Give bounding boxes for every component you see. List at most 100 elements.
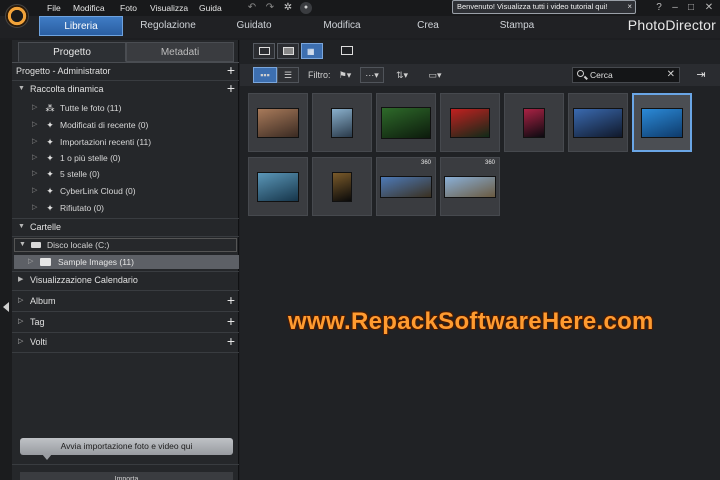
thumbnail-size-large-button[interactable]: ▪▪▪ xyxy=(253,67,277,83)
collection-item-una-stella[interactable]: ▷ ✦ 1 o più stelle (0) xyxy=(32,150,232,166)
folder-disco-locale[interactable]: ▼ Disco locale (C:) xyxy=(14,238,237,252)
thumbnail-image xyxy=(257,171,299,202)
menu-foto[interactable]: Foto xyxy=(120,3,137,13)
section-album[interactable]: ▷ Album + xyxy=(12,292,239,310)
thumbnail-image xyxy=(573,107,623,138)
collection-item-cinque-stelle[interactable]: ▷ ✦ 5 stelle (0) xyxy=(32,166,232,182)
thumbnail-image xyxy=(523,107,545,138)
help-icon[interactable]: ? xyxy=(652,1,666,15)
add-project-icon[interactable]: + xyxy=(227,62,235,79)
view-single-icon[interactable] xyxy=(277,43,299,59)
flag-filter-dropdown[interactable]: ⚑▾ xyxy=(334,67,356,83)
import-media-button[interactable]: Avvia importazione foto e video qui xyxy=(20,438,233,455)
section-cartelle[interactable]: ▼ Cartelle xyxy=(12,218,239,236)
frame-glyph xyxy=(259,47,270,55)
thumbnail-image xyxy=(331,107,353,138)
thumbnail-image xyxy=(380,175,432,198)
collection-item-label: Modificati di recente (0) xyxy=(60,120,149,130)
collection-item-cyberlink-cloud[interactable]: ▷ ✦ CyberLink Cloud (0) xyxy=(32,183,232,199)
menu-file[interactable]: File xyxy=(47,3,61,13)
tab-libreria[interactable]: Libreria xyxy=(39,16,123,36)
tab-guidato[interactable]: Guidato xyxy=(214,16,294,36)
add-album-icon[interactable]: + xyxy=(227,292,235,309)
menu-modifica[interactable]: Modifica xyxy=(73,3,105,13)
close-window-button[interactable]: ✕ xyxy=(702,1,716,15)
collection-item-label: 5 stelle (0) xyxy=(60,169,100,179)
project-header[interactable]: Progetto - Administrator + xyxy=(12,62,239,80)
section-label: Cartelle xyxy=(30,222,62,232)
export-icon[interactable]: ⇥ xyxy=(692,68,710,83)
folder-sample-images[interactable]: ▷ Sample Images (11) xyxy=(14,255,239,269)
collapsed-caret-icon: ▷ xyxy=(18,318,24,325)
clear-search-icon[interactable]: ✕ xyxy=(667,68,675,82)
left-panel: Progetto Metadati Progetto - Administrat… xyxy=(12,40,239,480)
section-raccolta-dinamica[interactable]: ▼ Raccolta dinamica + xyxy=(12,80,239,98)
notification-bell-icon[interactable]: ● xyxy=(300,2,312,14)
thumbnail-photo-cityscape[interactable] xyxy=(248,93,308,152)
folder-label: Sample Images (11) xyxy=(58,257,134,267)
view-grid-icon[interactable]: ▦ xyxy=(301,43,323,59)
thumbnail-photo-panorama-mountains[interactable]: 360 xyxy=(376,157,436,216)
section-tag[interactable]: ▷ Tag + xyxy=(12,313,239,331)
section-label: Tag xyxy=(30,317,45,327)
collection-item-label: 1 o più stelle (0) xyxy=(60,153,121,163)
main-area: ▦ ▪▪▪ ☰ Filtro: ⚑▾ ⋯▾ ⇅▾ ▭▾ ✕ ⇥ 360 360 xyxy=(240,40,720,480)
menu-visualizza[interactable]: Visualizza xyxy=(150,3,188,13)
image-glyph xyxy=(283,47,294,55)
section-volti[interactable]: ▷ Volti + xyxy=(12,333,239,351)
thumbnail-image xyxy=(257,107,299,138)
collection-item-tutte-le-foto[interactable]: ▷ ⁂ Tutte le foto (11) xyxy=(32,100,232,116)
menu-bar: File Modifica Foto Visualizza Guida ↶ ↷ … xyxy=(0,0,720,16)
menu-guida[interactable]: Guida xyxy=(199,3,222,13)
import-button[interactable]: Importa xyxy=(20,472,233,480)
list-view-button[interactable]: ☰ xyxy=(277,67,299,83)
collection-item-importazioni[interactable]: ▷ ✦ Importazioni recenti (11) xyxy=(32,134,232,150)
thumbnail-photo-red-flower[interactable] xyxy=(440,93,500,152)
cloud-icon: ✦ xyxy=(46,186,54,196)
add-smart-collection-icon[interactable]: + xyxy=(227,80,235,97)
tab-crea[interactable]: Crea xyxy=(390,16,466,36)
divider xyxy=(12,290,239,291)
maximize-button[interactable]: □ xyxy=(684,1,698,15)
collapse-arrow-icon xyxy=(3,302,9,312)
thumbnail-photo-doorway[interactable] xyxy=(312,157,372,216)
add-tag-icon[interactable]: + xyxy=(227,313,235,330)
minimize-button[interactable]: – xyxy=(668,1,682,15)
welcome-close-icon[interactable]: × xyxy=(627,1,632,13)
search-input[interactable] xyxy=(590,69,660,81)
filter-label: Filtro: xyxy=(308,70,331,80)
collection-item-label: CyberLink Cloud (0) xyxy=(60,186,136,196)
tab-regolazione[interactable]: Regolazione xyxy=(128,16,208,36)
thumbnail-photo-wave[interactable] xyxy=(248,157,308,216)
section-calendario[interactable]: ▶ Visualizzazione Calendario xyxy=(12,271,239,289)
rating-filter-dropdown[interactable]: ⋯▾ xyxy=(360,67,384,83)
expand-arrow-icon: ▷ xyxy=(32,154,38,161)
add-face-icon[interactable]: + xyxy=(227,333,235,350)
view-browser-icon[interactable] xyxy=(253,43,275,59)
panel-collapse-handle[interactable] xyxy=(0,40,12,480)
collection-item-modificati[interactable]: ▷ ✦ Modificati di recente (0) xyxy=(32,117,232,133)
thumbnail-image xyxy=(332,171,352,202)
redo-icon[interactable]: ↷ xyxy=(264,2,276,14)
compare-view-icon[interactable] xyxy=(336,43,358,59)
thumbnail-photo-neon-sign[interactable] xyxy=(504,93,564,152)
settings-gear-icon[interactable]: ✲ xyxy=(282,2,294,14)
thumbnail-photo-forest[interactable] xyxy=(376,93,436,152)
tab-metadati[interactable]: Metadati xyxy=(126,42,234,62)
sort-dropdown[interactable]: ⇅▾ xyxy=(390,67,414,83)
undo-icon[interactable]: ↶ xyxy=(246,2,258,14)
thumbnail-photo-city-night[interactable] xyxy=(568,93,628,152)
thumbnail-photo-statue[interactable] xyxy=(312,93,372,152)
search-box[interactable]: ✕ xyxy=(572,67,680,83)
section-label: Raccolta dinamica xyxy=(30,84,104,94)
thumbnail-photo-skateboarder[interactable] xyxy=(632,93,692,152)
stack-dropdown[interactable]: ▭▾ xyxy=(424,67,446,83)
tab-stampa[interactable]: Stampa xyxy=(472,16,562,36)
collection-item-rifiutato[interactable]: ▷ ✦ Rifiutato (0) xyxy=(32,200,232,216)
welcome-tooltip[interactable]: Benvenuto! Visualizza tutti i video tuto… xyxy=(452,0,636,14)
tab-modifica[interactable]: Modifica xyxy=(300,16,384,36)
tab-progetto[interactable]: Progetto xyxy=(18,42,126,62)
divider xyxy=(12,352,239,353)
photodirector-logo-icon xyxy=(5,4,29,28)
thumbnail-photo-panorama-hills[interactable]: 360 xyxy=(440,157,500,216)
